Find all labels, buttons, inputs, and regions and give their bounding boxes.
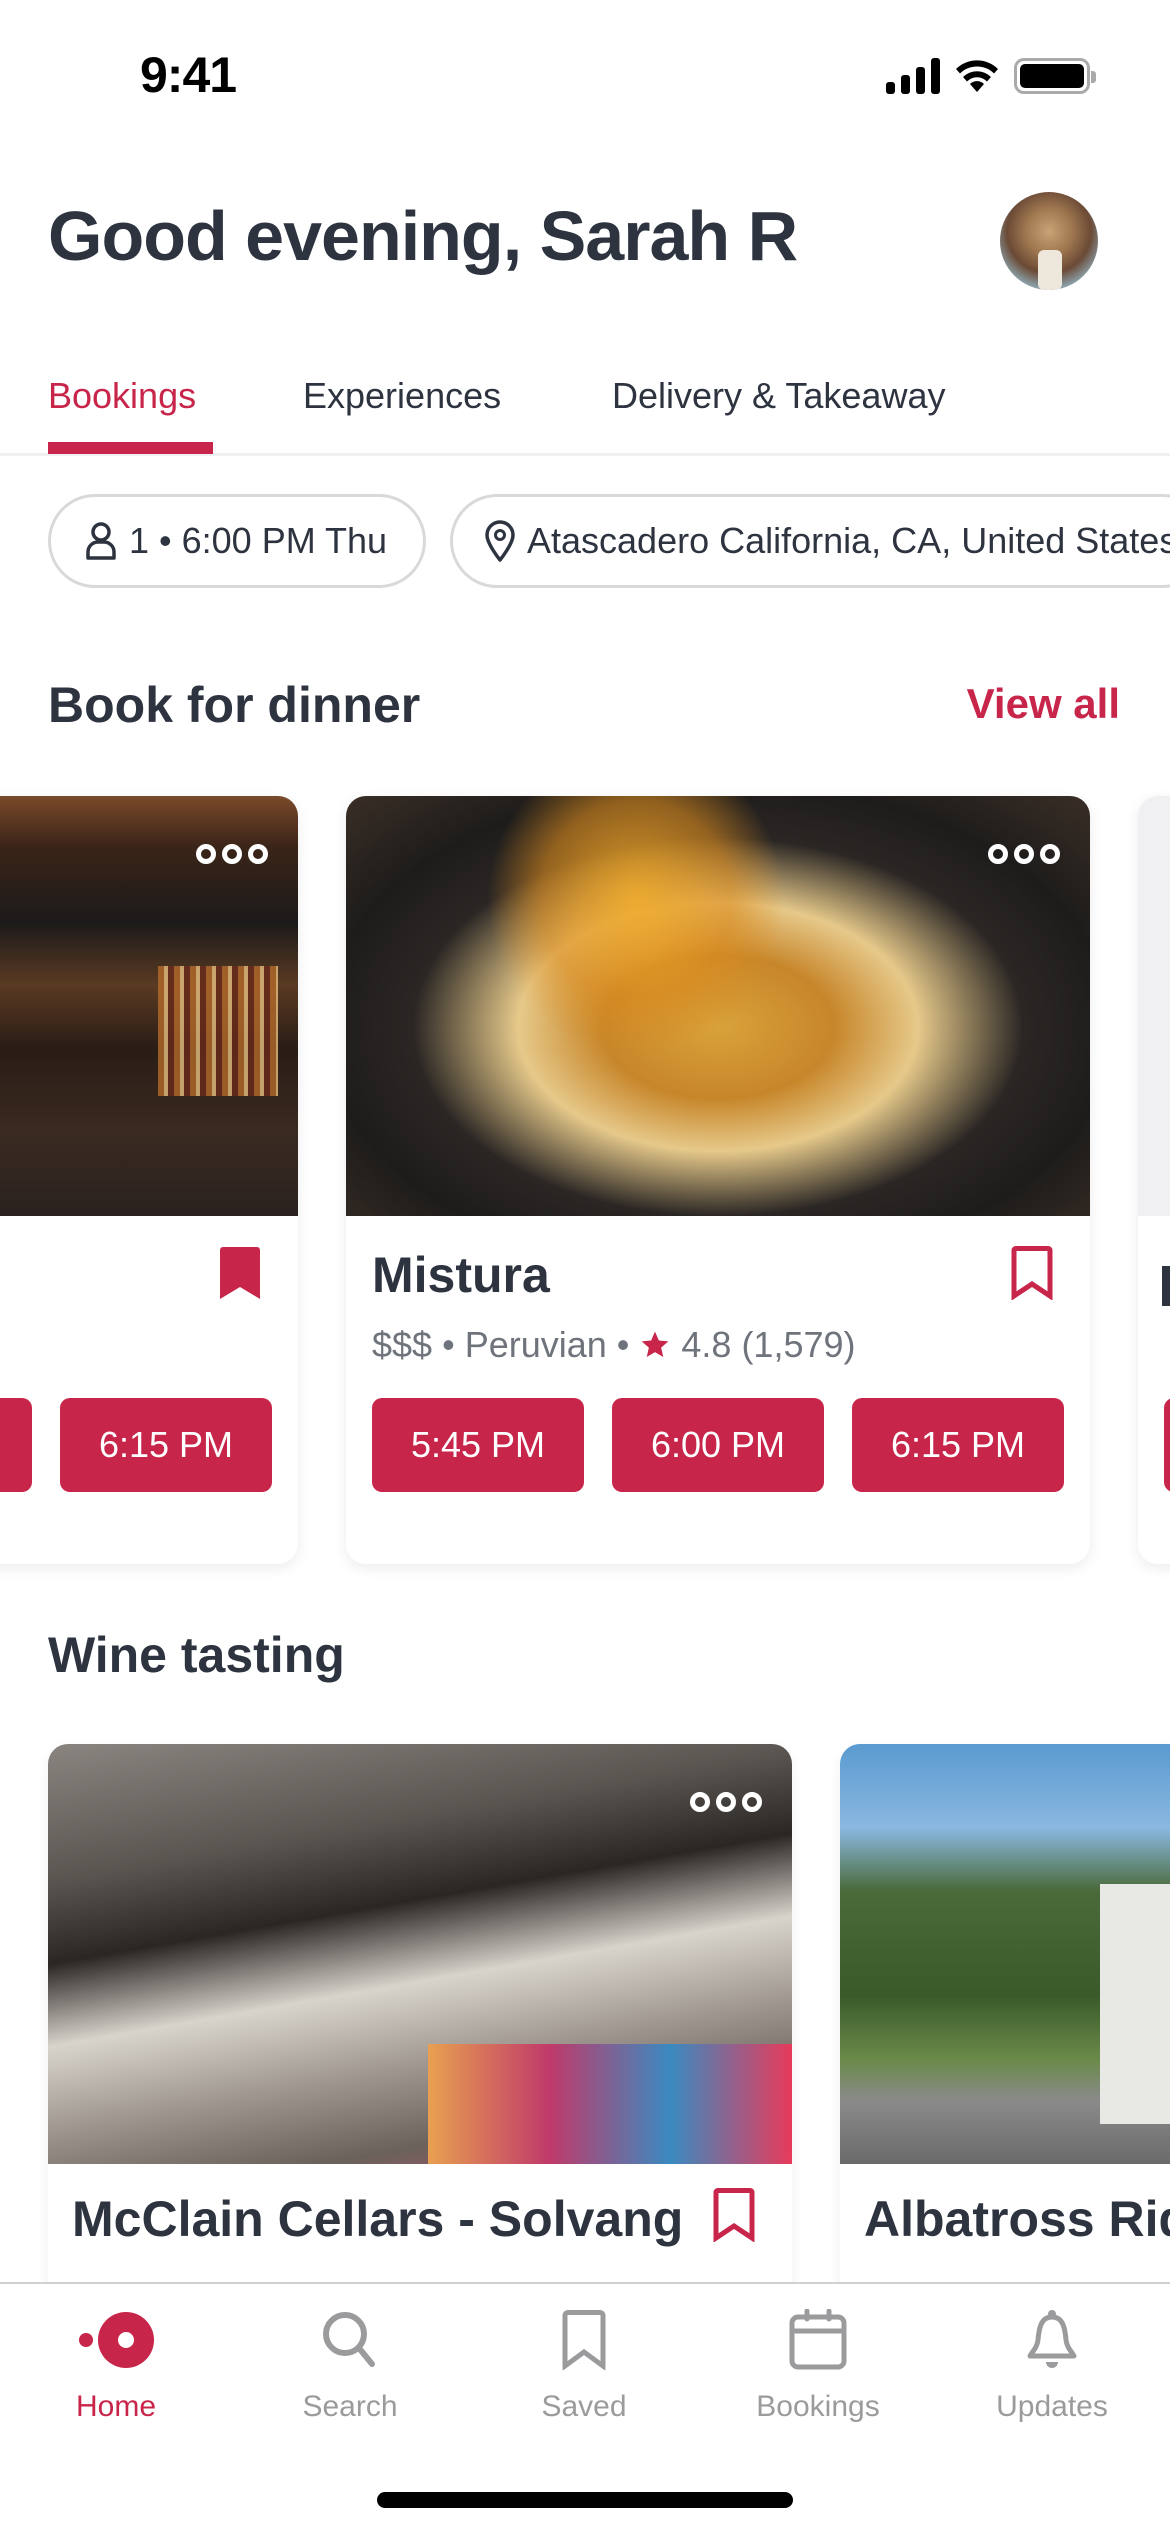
status-time: 9:41 <box>140 47 237 103</box>
experience-card-mcclain[interactable]: McClain Cellars - Solvang <box>48 1744 792 2304</box>
battery-icon <box>1014 58 1096 94</box>
restaurant-card-next[interactable] <box>1138 796 1170 1564</box>
status-bar: 9:41 <box>0 0 1170 150</box>
separator-dot: • <box>616 1324 630 1365</box>
restaurant-name: Mistura <box>372 1247 550 1303</box>
separator-dot: • <box>442 1324 455 1365</box>
tab-delivery-takeaway[interactable]: Delivery & Takeaway <box>612 375 945 417</box>
cuisine: Peruvian <box>464 1324 607 1365</box>
nav-saved[interactable]: Saved <box>484 2300 684 2424</box>
review-count: (1,579) <box>741 1324 856 1365</box>
time-slot-button[interactable]: 6:00 PM <box>612 1398 824 1492</box>
home-icon <box>79 2312 154 2368</box>
more-options-icon[interactable] <box>196 844 268 864</box>
time-slots: 5:45 PM 6:00 PM 6:15 PM <box>372 1398 1064 1492</box>
star-icon <box>642 1331 669 1357</box>
more-options-icon[interactable] <box>988 844 1060 864</box>
nav-label: Search <box>302 2390 398 2423</box>
location-pin-icon <box>485 520 515 562</box>
location-label: Atascadero California, CA, United States <box>527 520 1170 561</box>
status-icons <box>886 58 1096 94</box>
time-slots: 6:00 PM 6:15 PM <box>0 1398 272 1492</box>
restaurant-photo <box>346 796 1090 1216</box>
party-time-label: 1 • 6:00 PM Thu <box>129 520 388 561</box>
restaurant-card[interactable]: (144) 6:00 PM 6:15 PM <box>0 796 298 1564</box>
bookmark-filled-icon[interactable] <box>218 1246 262 1300</box>
price-level: $$$ <box>372 1324 433 1365</box>
avatar[interactable] <box>1000 192 1098 290</box>
restaurant-meta: $$$ • Peruvian • 4.8 (1,579) <box>372 1324 856 1366</box>
nav-search[interactable]: Search <box>250 2300 450 2424</box>
restaurant-photo <box>1138 796 1170 1216</box>
category-tabs: Bookings Experiences Delivery & Takeaway <box>0 360 1170 456</box>
view-all-link[interactable]: View all <box>967 680 1120 728</box>
person-icon <box>86 522 116 560</box>
bell-icon <box>1027 2310 1077 2368</box>
cellular-signal-icon <box>886 58 940 94</box>
experience-photo <box>840 1744 1170 2164</box>
party-time-chip[interactable]: 1 • 6:00 PM Thu <box>48 494 426 588</box>
nav-home[interactable]: Home <box>16 2300 216 2424</box>
wifi-icon <box>956 60 998 92</box>
rating: 4.8 <box>681 1324 732 1365</box>
restaurant-name-fragment <box>1162 1266 1170 1306</box>
more-options-icon[interactable] <box>690 1792 762 1812</box>
time-slot-button[interactable]: 5:45 PM <box>372 1398 584 1492</box>
time-slot-button[interactable]: 6:00 PM <box>0 1398 32 1492</box>
nav-updates[interactable]: Updates <box>952 2300 1152 2424</box>
time-slot-button[interactable]: 6:15 PM <box>852 1398 1064 1492</box>
bookmark-outline-icon[interactable] <box>712 2188 756 2242</box>
tab-bookings[interactable]: Bookings <box>48 375 196 417</box>
book-for-dinner-title: Book for dinner <box>48 677 421 733</box>
active-tab-indicator <box>48 442 213 454</box>
bookmark-outline-icon[interactable] <box>1010 1246 1054 1300</box>
nav-label: Saved <box>541 2390 627 2423</box>
nav-label: Home <box>75 2390 157 2423</box>
nav-bookings[interactable]: Bookings <box>718 2300 918 2424</box>
restaurant-card-mistura[interactable]: Mistura $$$ • Peruvian • 4.8 (1,579) 5:4… <box>346 796 1090 1564</box>
time-slot-button[interactable]: 6:15 PM <box>60 1398 272 1492</box>
experience-name: McClain Cellars - Solvang <box>72 2191 684 2247</box>
time-slot-button[interactable] <box>1164 1398 1170 1492</box>
tab-experiences[interactable]: Experiences <box>303 375 501 417</box>
home-indicator <box>377 2492 793 2508</box>
experience-card-albatross[interactable]: Albatross Ridge <box>840 1744 1170 2304</box>
search-icon <box>323 2312 375 2367</box>
greeting-title: Good evening, Sarah R <box>48 197 798 275</box>
experience-name: Albatross Ridge <box>864 2191 1170 2247</box>
nav-label: Updates <box>996 2390 1108 2423</box>
calendar-icon <box>789 2309 847 2370</box>
nav-label: Bookings <box>756 2390 880 2423</box>
experience-photo <box>48 1744 792 2164</box>
wine-tasting-title: Wine tasting <box>48 1627 345 1683</box>
location-chip[interactable]: Atascadero California, CA, United States <box>450 494 1170 588</box>
bookmark-icon <box>562 2310 606 2370</box>
restaurant-photo <box>0 796 298 1216</box>
